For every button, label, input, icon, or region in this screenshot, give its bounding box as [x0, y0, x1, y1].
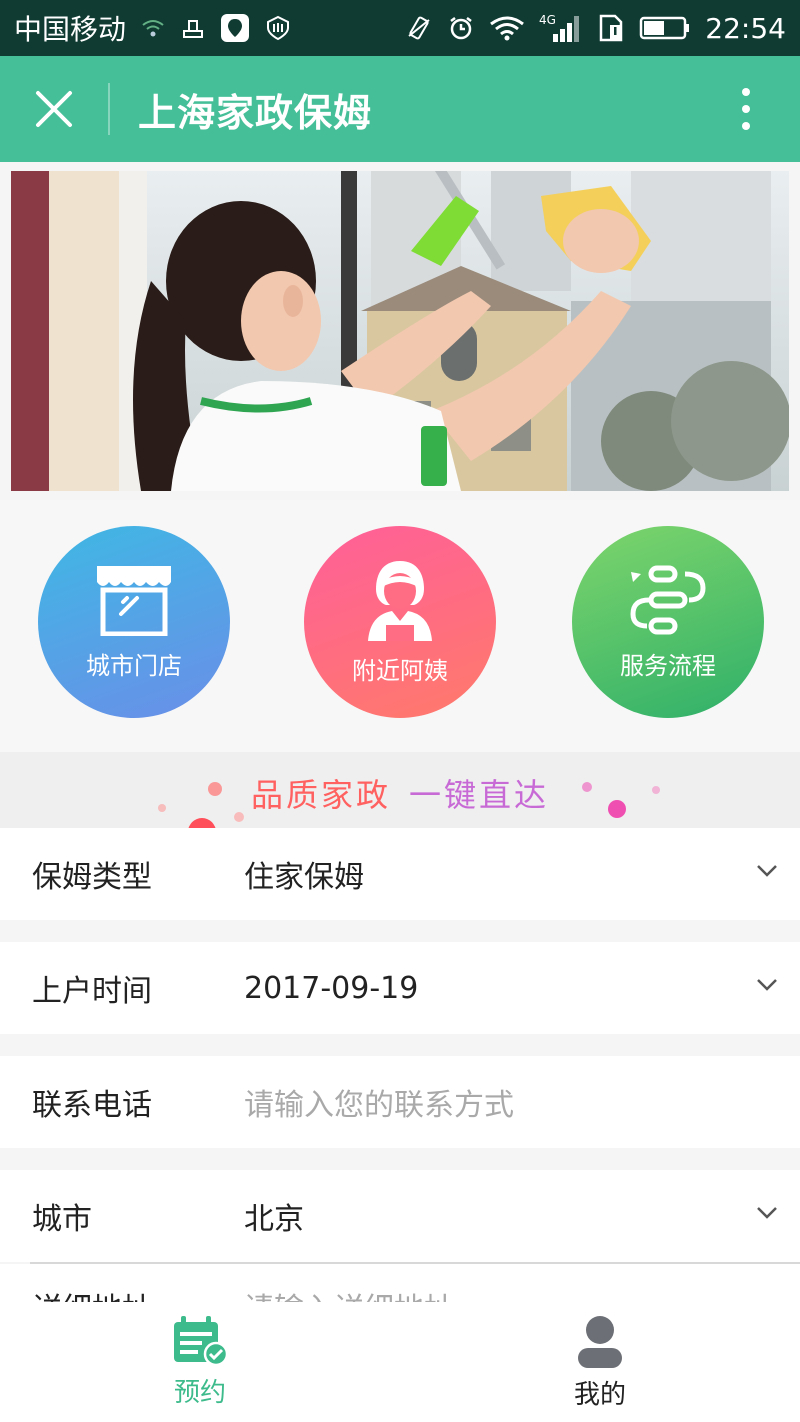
cell-signal-icon: 4G	[539, 12, 583, 44]
header-divider	[108, 83, 110, 135]
start-date-value: 2017-09-19	[244, 970, 419, 1006]
service-process-button[interactable]: 服务流程	[572, 526, 764, 718]
calendar-check-icon	[174, 1315, 228, 1366]
slogan-banner: 品质家政 一键直达	[0, 752, 800, 828]
phone-field[interactable]: 联系电话 请输入您的联系方式	[0, 1056, 800, 1148]
slogan-part-1: 品质家政	[250, 776, 391, 814]
decor-dot	[188, 818, 216, 828]
chevron-down-icon	[757, 979, 777, 991]
chevron-down-icon	[757, 1207, 777, 1219]
clock: 22:54	[705, 11, 786, 45]
city-stores-button[interactable]: 城市门店	[38, 526, 230, 718]
store-icon	[97, 565, 171, 636]
nanny-type-select[interactable]: 保姆类型 住家保姆	[0, 828, 800, 920]
phone-label: 联系电话	[32, 1088, 152, 1123]
user-icon	[578, 1315, 622, 1368]
nearby-nanny-button[interactable]: 附近阿姨	[304, 526, 496, 718]
battery-icon	[639, 14, 691, 42]
banner-image[interactable]	[11, 171, 789, 491]
close-icon	[36, 91, 72, 127]
tab-mine-label: 我的	[573, 1379, 626, 1410]
wifi-icon	[489, 14, 525, 42]
window-cleaning-illustration	[11, 171, 789, 491]
more-menu-button[interactable]	[692, 56, 800, 162]
wifi-calling-icon	[140, 15, 166, 41]
alarm-icon	[447, 14, 475, 42]
quick-links: 城市门店 附近阿姨 服务流程	[0, 500, 800, 752]
nanny-icon	[368, 560, 432, 641]
tab-booking-label: 预约	[173, 1377, 226, 1408]
city-select[interactable]: 城市 北京	[0, 1170, 800, 1262]
page-title: 上海家政保姆	[138, 90, 373, 135]
sim-info-icon	[597, 13, 625, 43]
shield-icon	[264, 14, 292, 42]
start-date-label: 上户时间	[32, 974, 152, 1009]
nearby-nanny-label: 附近阿姨	[352, 656, 448, 685]
address-field[interactable]: 详细地址 请输入详细地址	[0, 1264, 800, 1304]
process-icon	[630, 565, 706, 634]
status-left: 中国移动	[14, 8, 292, 48]
vibrate-icon	[405, 14, 433, 42]
start-date-select[interactable]: 上户时间 2017-09-19	[0, 942, 800, 1034]
address-label: 详细地址	[32, 1284, 152, 1304]
city-value: 北京	[244, 1202, 304, 1237]
network-type: 4G	[539, 13, 556, 27]
tab-mine[interactable]: 我的	[400, 1302, 800, 1422]
notification-icon	[180, 15, 206, 41]
bottom-tab-bar: 预约 我的	[0, 1302, 800, 1422]
city-label: 城市	[32, 1202, 92, 1237]
phone-input[interactable]: 请输入您的联系方式	[244, 1080, 514, 1124]
close-button[interactable]	[0, 56, 108, 162]
address-input[interactable]: 请输入详细地址	[244, 1284, 454, 1304]
status-bar: 中国移动 4G 22:54	[0, 0, 800, 56]
status-right: 4G 22:54	[405, 12, 786, 45]
service-process-label: 服务流程	[620, 651, 716, 680]
chevron-down-icon	[757, 865, 777, 877]
more-vertical-icon	[742, 88, 750, 130]
app-badge-icon	[220, 13, 250, 43]
nanny-type-label: 保姆类型	[32, 860, 152, 895]
city-stores-label: 城市门店	[86, 651, 182, 680]
tab-booking[interactable]: 预约	[0, 1302, 400, 1422]
app-header: 上海家政保姆	[0, 56, 800, 162]
nanny-type-value: 住家保姆	[244, 860, 364, 895]
carrier-name: 中国移动	[14, 13, 127, 46]
slogan-text: 品质家政 一键直达	[0, 770, 800, 816]
slogan-part-2: 一键直达	[409, 776, 550, 814]
